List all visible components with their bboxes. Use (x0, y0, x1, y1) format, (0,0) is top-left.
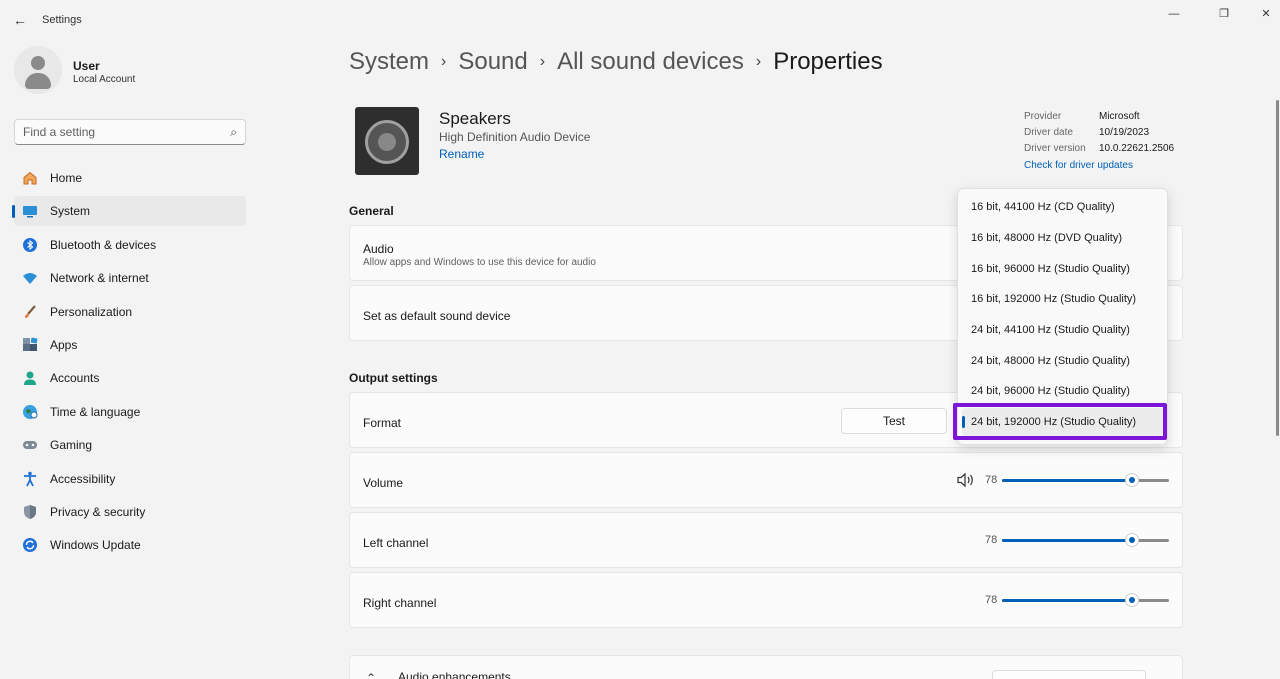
audio-enhancements-dropdown[interactable] (992, 670, 1146, 679)
sidebar-item-time-language[interactable]: Time & language (14, 397, 246, 427)
format-option[interactable]: 24 bit, 48000 Hz (Studio Quality) (962, 347, 1164, 375)
apps-icon (22, 337, 38, 353)
gamepad-icon (22, 437, 38, 453)
format-option[interactable]: 16 bit, 44100 Hz (CD Quality) (962, 193, 1164, 221)
search-icon[interactable]: ⌕ (230, 125, 237, 140)
close-button[interactable]: ✕ (1256, 6, 1276, 22)
general-section-title: General (349, 204, 394, 218)
device-description: High Definition Audio Device (439, 130, 591, 144)
default-device-title: Set as default sound device (363, 309, 511, 323)
sidebar-item-windows-update[interactable]: Windows Update (14, 530, 246, 560)
person-icon (31, 56, 45, 70)
volume-label: Volume (363, 476, 404, 490)
test-button[interactable]: Test (841, 408, 947, 434)
breadcrumb-sound[interactable]: Sound (458, 48, 527, 75)
breadcrumb: System › Sound › All sound devices › Propertie… (349, 48, 883, 76)
chevron-right-icon: › (755, 53, 762, 70)
home-icon (22, 170, 38, 186)
format-option[interactable]: 24 bit, 44100 Hz (Studio Quality) (962, 316, 1164, 344)
driver-version-label: Driver version (1024, 143, 1086, 154)
driver-date-label: Driver date (1024, 127, 1073, 138)
search-input[interactable] (23, 124, 213, 140)
provider-label: Provider (1024, 111, 1062, 122)
maximize-button[interactable]: ❐ (1214, 6, 1234, 22)
back-button[interactable]: ← (10, 10, 30, 30)
update-icon (22, 537, 38, 553)
selected-option-highlight (953, 403, 1167, 440)
format-label: Format (363, 416, 402, 430)
right-channel-slider-thumb[interactable] (1125, 593, 1139, 607)
format-option[interactable]: 16 bit, 192000 Hz (Studio Quality) (962, 285, 1164, 313)
chevron-right-icon: › (441, 53, 447, 70)
page-title: Properties (773, 48, 883, 75)
audio-enhancements-title: Audio enhancements (398, 670, 511, 679)
left-channel-value: 78 (985, 534, 998, 546)
chevron-up-icon: ⌃ (366, 671, 377, 679)
volume-slider[interactable] (1002, 473, 1169, 487)
breadcrumb-all-sound-devices[interactable]: All sound devices (557, 48, 744, 75)
user-account-type: Local Account (73, 74, 136, 85)
format-option[interactable]: 16 bit, 48000 Hz (DVD Quality) (962, 224, 1164, 252)
device-name: Speakers (439, 109, 511, 128)
sidebar-item-network[interactable]: Network & internet (14, 263, 246, 293)
sidebar-item-gaming[interactable]: Gaming (14, 430, 246, 460)
sidebar-item-accessibility[interactable]: Accessibility (14, 464, 246, 494)
driver-date-value: 10/19/2023 (1099, 127, 1150, 138)
check-driver-updates-link[interactable]: Check for driver updates (1024, 160, 1133, 171)
volume-value: 78 (985, 474, 998, 486)
system-icon (22, 203, 38, 219)
output-section-title: Output settings (349, 371, 438, 385)
sidebar-item-bluetooth[interactable]: Bluetooth & devices (14, 230, 246, 260)
sidebar-nav: Home System Bluetooth & devices Network … (12, 163, 246, 564)
title-bar: ← Settings — ❐ ✕ (0, 0, 1280, 40)
right-channel-label: Right channel (363, 596, 437, 610)
shield-icon (22, 504, 38, 520)
chevron-right-icon: › (539, 53, 546, 70)
speaker-volume-icon[interactable] (956, 472, 976, 488)
volume-slider-thumb[interactable] (1125, 473, 1139, 487)
sidebar-item-home[interactable]: Home (14, 163, 246, 193)
globe-icon (22, 404, 38, 420)
scrollbar[interactable] (1276, 100, 1279, 436)
sidebar-item-personalization[interactable]: Personalization (14, 297, 246, 327)
app-title: Settings (42, 14, 82, 26)
breadcrumb-system[interactable]: System (349, 48, 429, 75)
sidebar-item-system[interactable]: System (12, 196, 246, 227)
search-box[interactable]: ⌕ (14, 119, 246, 145)
wifi-icon (22, 270, 38, 286)
audio-title: Audio (363, 242, 394, 256)
brush-icon (22, 304, 38, 320)
speaker-device-icon (355, 107, 419, 175)
sidebar-item-apps[interactable]: Apps (14, 330, 246, 360)
right-channel-value: 78 (985, 594, 998, 606)
right-channel-slider[interactable] (1002, 593, 1169, 607)
driver-version-value: 10.0.22621.2506 (1099, 143, 1175, 154)
accessibility-icon (22, 471, 38, 487)
audio-enhancements-card[interactable]: ⌃ Audio enhancements (349, 655, 1183, 679)
user-name: User (73, 59, 100, 73)
left-channel-slider-thumb[interactable] (1125, 533, 1139, 547)
bluetooth-icon (22, 237, 38, 253)
audio-subtitle: Allow apps and Windows to use this devic… (363, 257, 596, 268)
left-channel-label: Left channel (363, 536, 429, 550)
minimize-button[interactable]: — (1164, 6, 1184, 22)
format-option[interactable]: 16 bit, 96000 Hz (Studio Quality) (962, 255, 1164, 283)
provider-value: Microsoft (1099, 111, 1140, 122)
left-channel-slider[interactable] (1002, 533, 1169, 547)
accounts-icon (22, 370, 38, 386)
sidebar-item-privacy[interactable]: Privacy & security (14, 497, 246, 527)
sidebar-item-accounts[interactable]: Accounts (14, 363, 246, 393)
format-option[interactable]: 24 bit, 96000 Hz (Studio Quality) (962, 377, 1164, 405)
rename-link[interactable]: Rename (439, 147, 484, 161)
avatar[interactable] (14, 46, 62, 94)
